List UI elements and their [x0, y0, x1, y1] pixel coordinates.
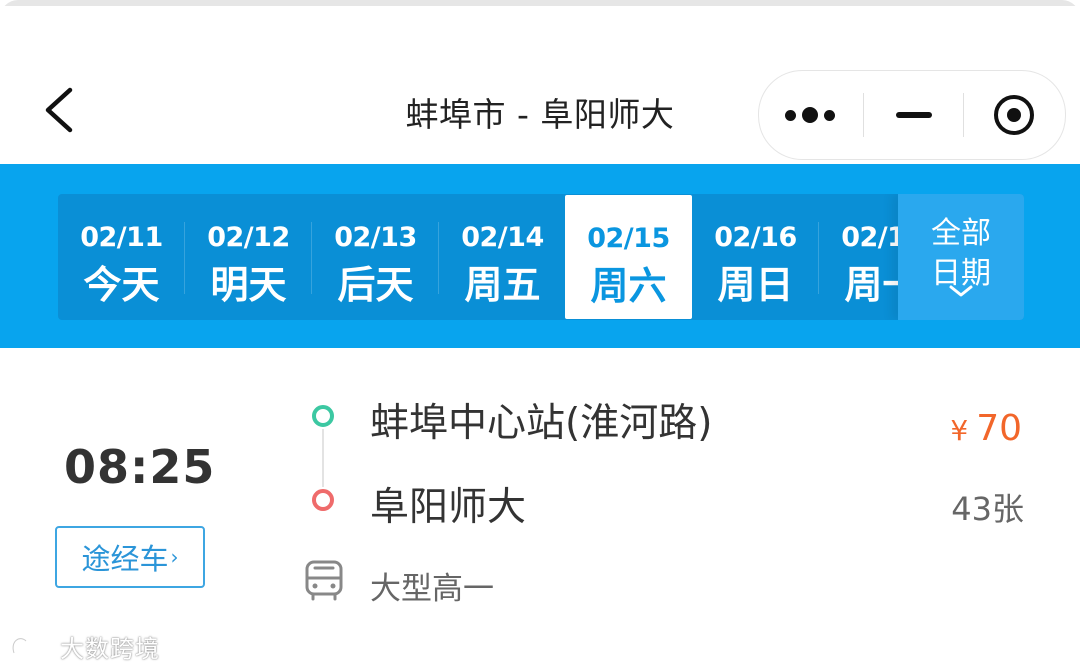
chevron-left-icon [45, 87, 73, 133]
price-value: 70 [976, 408, 1022, 449]
nav-header: 蚌埠市 - 阜阳师大 [0, 6, 1080, 164]
date-item-weekday: 后天 [337, 263, 414, 307]
date-strip: 02/11 今天 02/12 明天 02/13 后天 02/14 周五 02/1… [58, 194, 1024, 320]
all-dates-label-line1: 全部 [931, 216, 991, 251]
date-item-0212[interactable]: 02/12 明天 [185, 194, 312, 320]
date-item-weekday: 周日 [717, 263, 794, 307]
departure-time: 08:25 [64, 440, 216, 494]
currency-symbol: ¥ [950, 414, 969, 447]
end-station-dot [312, 489, 334, 511]
date-item-weekday: 周一 [844, 263, 898, 307]
chevron-down-icon [949, 285, 973, 297]
all-dates-button[interactable]: 全部 日期 [898, 194, 1024, 320]
minimize-button[interactable] [863, 71, 965, 159]
date-list: 02/11 今天 02/12 明天 02/13 后天 02/14 周五 02/1… [58, 194, 898, 320]
ticket-price: ¥70 [950, 408, 1022, 449]
date-item-0213[interactable]: 02/13 后天 [312, 194, 439, 320]
target-circle-icon [994, 95, 1034, 135]
back-button[interactable] [30, 74, 86, 144]
via-stops-button[interactable]: 途经车 › [55, 526, 205, 588]
via-stops-label: 途经车 [81, 542, 169, 576]
route-line [322, 429, 324, 487]
date-item-0211[interactable]: 02/11 今天 [58, 194, 185, 320]
date-item-date: 02/16 [714, 222, 797, 253]
watermark: 大数跨境 [8, 630, 160, 663]
app-screen: 蚌埠市 - 阜阳师大 02/11 今天 02/12 明天 02/13 后天 02… [0, 0, 1080, 666]
date-item-date: 02/11 [80, 222, 163, 253]
date-item-date: 02/15 [587, 223, 670, 254]
date-item-weekday: 明天 [210, 263, 287, 307]
date-item-date: 02/17 [841, 222, 898, 253]
date-item-0216[interactable]: 02/16 周日 [692, 194, 819, 320]
date-bar: 02/11 今天 02/12 明天 02/13 后天 02/14 周五 02/1… [0, 164, 1080, 348]
date-item-0214[interactable]: 02/14 周五 [439, 194, 566, 320]
mini-program-capsule [758, 70, 1066, 160]
watermark-text: 大数跨境 [60, 634, 160, 663]
date-item-date: 02/14 [461, 222, 544, 253]
more-dots-icon [785, 107, 835, 123]
date-item-weekday: 今天 [83, 263, 160, 307]
close-button[interactable] [963, 71, 1065, 159]
remaining-seats: 43张 [951, 490, 1024, 528]
start-station-dot [312, 405, 334, 427]
bus-icon [305, 560, 343, 601]
date-item-0215-selected[interactable]: 02/15 周六 [565, 195, 692, 319]
watermark-logo-icon [11, 636, 52, 654]
date-item-weekday: 周六 [590, 264, 667, 308]
bus-type: 大型高一 [370, 571, 494, 607]
date-item-0217[interactable]: 02/17 周一 [819, 194, 898, 320]
start-station-name: 蚌埠中心站(淮河路) [370, 401, 713, 446]
via-stops-arrow: › [170, 545, 179, 569]
date-item-date: 02/12 [207, 222, 290, 253]
trip-card[interactable]: 08:25 途经车 › 蚌埠中心站(淮河路) 阜阳师大 ¥70 43张 大型高一 [0, 348, 1080, 666]
minus-icon [896, 112, 932, 118]
end-station-name: 阜阳师大 [370, 485, 527, 530]
date-item-weekday: 周五 [464, 263, 541, 307]
more-button[interactable] [759, 71, 861, 159]
date-item-date: 02/13 [334, 222, 417, 253]
page-title: 蚌埠市 - 阜阳师大 [405, 95, 675, 134]
